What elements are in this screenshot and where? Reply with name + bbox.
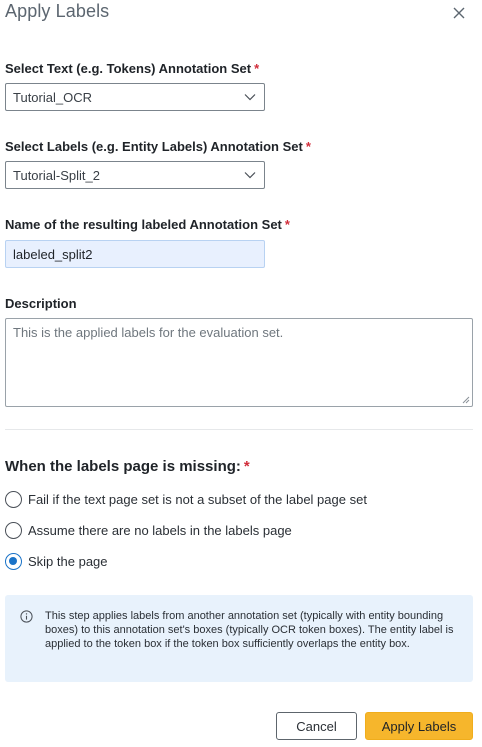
labels-set-select[interactable]: Tutorial-Split_2 [5, 161, 265, 189]
info-banner: This step applies labels from another an… [5, 595, 473, 682]
missing-page-heading-text: When the labels page is missing: [5, 458, 241, 475]
info-text: This step applies labels from another an… [45, 610, 454, 650]
text-set-value: Tutorial_OCR [13, 90, 92, 105]
result-name-label-text: Name of the resulting labeled Annotation… [5, 217, 282, 232]
apply-labels-button[interactable]: Apply Labels [365, 712, 473, 740]
section-divider [5, 429, 473, 430]
required-marker: * [243, 458, 250, 475]
cancel-button[interactable]: Cancel [276, 712, 357, 740]
required-marker: * [305, 139, 311, 154]
labels-set-value: Tutorial-Split_2 [13, 168, 100, 183]
text-set-label: Select Text (e.g. Tokens) Annotation Set… [5, 61, 259, 76]
result-name-label: Name of the resulting labeled Annotation… [5, 217, 290, 232]
radio-button[interactable] [5, 521, 22, 539]
resize-handle-icon[interactable] [462, 396, 470, 404]
result-name-input[interactable]: labeled_split2 [5, 240, 265, 268]
description-label: Description [5, 296, 77, 311]
radio-button[interactable] [5, 490, 22, 508]
missing-page-heading: When the labels page is missing: * [5, 458, 250, 475]
chevron-down-icon [244, 172, 256, 179]
description-textarea[interactable]: This is the applied labels for the evalu… [5, 318, 473, 407]
option-skip-page-radio-row[interactable]: Skip the page [5, 551, 108, 571]
result-name-value: labeled_split2 [13, 247, 93, 262]
info-icon [20, 610, 33, 623]
text-set-select[interactable]: Tutorial_OCR [5, 83, 265, 111]
option-fail-radio-row[interactable]: Fail if the text page set is not a subse… [5, 489, 367, 509]
labels-set-label: Select Labels (e.g. Entity Labels) Annot… [5, 139, 311, 154]
description-placeholder: This is the applied labels for the evalu… [13, 325, 284, 340]
chevron-down-icon [244, 94, 256, 101]
option-assume-no-labels-radio-row[interactable]: Assume there are no labels in the labels… [5, 520, 292, 540]
close-icon[interactable] [451, 5, 467, 21]
required-marker: * [254, 61, 260, 76]
option-skip-page-label: Skip the page [28, 553, 108, 569]
required-marker: * [284, 217, 290, 232]
option-fail-label: Fail if the text page set is not a subse… [28, 491, 367, 507]
radio-button-selected[interactable] [5, 552, 22, 570]
dialog-title: Apply Labels [5, 1, 110, 21]
text-set-label-text: Select Text (e.g. Tokens) Annotation Set [5, 61, 252, 76]
option-assume-no-labels-label: Assume there are no labels in the labels… [28, 522, 292, 538]
labels-set-label-text: Select Labels (e.g. Entity Labels) Annot… [5, 139, 303, 154]
